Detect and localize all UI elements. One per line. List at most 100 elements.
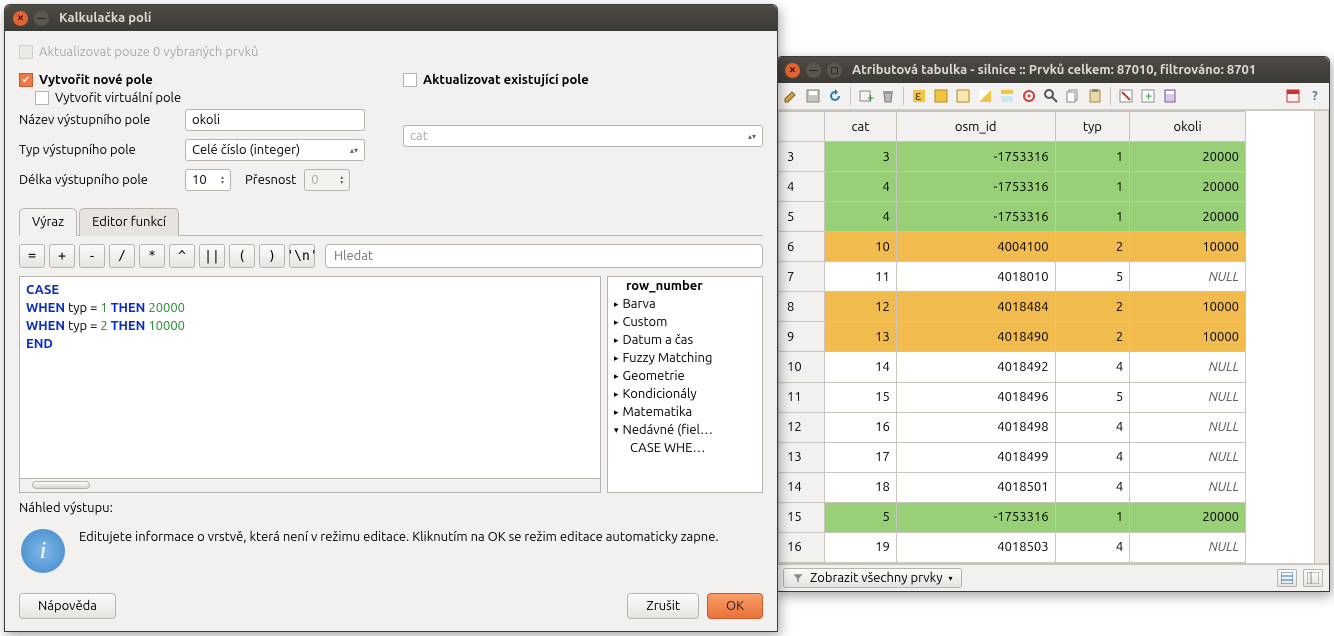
- row-header[interactable]: 11: [779, 382, 825, 412]
- create-virtual-checkbox[interactable]: [35, 91, 49, 105]
- table-cell[interactable]: 10000: [1130, 322, 1246, 352]
- table-row[interactable]: 111540184965NULL: [779, 382, 1246, 412]
- add-col-icon[interactable]: +: [1138, 86, 1158, 106]
- table-cell[interactable]: 1: [1055, 502, 1130, 532]
- operator-button[interactable]: +: [49, 244, 75, 268]
- calc-titlebar[interactable]: ✕ — Kalkulačka polí: [5, 5, 777, 31]
- table-cell[interactable]: 20000: [1130, 202, 1246, 232]
- search-input[interactable]: [325, 244, 763, 268]
- col-header[interactable]: okoli: [1130, 112, 1246, 142]
- table-row[interactable]: 8124018484210000: [779, 292, 1246, 322]
- function-tree-item[interactable]: ▸Geometrie: [608, 367, 762, 385]
- table-cell[interactable]: 11: [825, 262, 897, 292]
- update-existing-checkbox[interactable]: [403, 73, 417, 87]
- row-header[interactable]: 5: [779, 202, 825, 232]
- operator-button[interactable]: (: [229, 244, 255, 268]
- table-cell[interactable]: NULL: [1130, 472, 1246, 502]
- table-cell[interactable]: 4018484: [896, 292, 1055, 322]
- table-cell[interactable]: 20000: [1130, 172, 1246, 202]
- table-cell[interactable]: 17: [825, 442, 897, 472]
- pan-to-icon[interactable]: [1019, 86, 1039, 106]
- function-tree-item[interactable]: ▸Custom: [608, 313, 762, 331]
- function-tree-item[interactable]: ▾Nedávné (fiel…: [608, 421, 762, 439]
- table-cell[interactable]: 12: [825, 292, 897, 322]
- table-cell[interactable]: 4: [1055, 442, 1130, 472]
- operator-button[interactable]: -: [79, 244, 105, 268]
- table-cell[interactable]: 18: [825, 472, 897, 502]
- table-row[interactable]: 54-1753316120000: [779, 202, 1246, 232]
- table-cell[interactable]: 4: [1055, 352, 1130, 382]
- col-header[interactable]: osm_id: [896, 112, 1055, 142]
- table-cell[interactable]: NULL: [1130, 442, 1246, 472]
- output-type-select[interactable]: Celé číslo (integer) ▴▾: [185, 139, 365, 161]
- row-header[interactable]: 12: [779, 412, 825, 442]
- row-header[interactable]: 8: [779, 292, 825, 322]
- table-cell[interactable]: 16: [825, 412, 897, 442]
- table-cell[interactable]: 5: [1055, 382, 1130, 412]
- col-header[interactable]: typ: [1055, 112, 1130, 142]
- table-cell[interactable]: 4018503: [896, 532, 1055, 562]
- calc-icon[interactable]: [1160, 86, 1180, 106]
- col-header[interactable]: cat: [825, 112, 897, 142]
- operator-button[interactable]: *: [139, 244, 165, 268]
- function-tree-item[interactable]: row_number: [608, 277, 762, 295]
- table-cell[interactable]: 4018492: [896, 352, 1055, 382]
- table-cell[interactable]: 20000: [1130, 502, 1246, 532]
- table-cell[interactable]: 14: [825, 352, 897, 382]
- table-cell[interactable]: NULL: [1130, 262, 1246, 292]
- table-cell[interactable]: 10000: [1130, 232, 1246, 262]
- function-tree[interactable]: row_number▸Barva▸Custom▸Datum a čas▸Fuzz…: [607, 276, 763, 493]
- row-header[interactable]: 15: [779, 502, 825, 532]
- edit-icon[interactable]: [781, 86, 801, 106]
- attr-titlebar[interactable]: ✕ — ▢ Atributová tabulka - silnice :: Pr…: [777, 57, 1329, 83]
- table-cell[interactable]: 4018501: [896, 472, 1055, 502]
- table-row[interactable]: 9134018490210000: [779, 322, 1246, 352]
- delete-icon[interactable]: [878, 86, 898, 106]
- table-cell[interactable]: 1: [1055, 142, 1130, 172]
- table-row[interactable]: 71140180105NULL: [779, 262, 1246, 292]
- deselect-icon[interactable]: [953, 86, 973, 106]
- table-cell[interactable]: 5: [825, 502, 897, 532]
- close-icon[interactable]: ✕: [785, 63, 800, 78]
- table-cell[interactable]: 4: [825, 202, 897, 232]
- row-header[interactable]: 7: [779, 262, 825, 292]
- table-row[interactable]: 121640184984NULL: [779, 412, 1246, 442]
- table-cell[interactable]: 4: [1055, 472, 1130, 502]
- table-cell[interactable]: 4018499: [896, 442, 1055, 472]
- table-view-icon[interactable]: [1277, 569, 1297, 587]
- cancel-button[interactable]: Zrušit: [627, 593, 699, 619]
- existing-field-select[interactable]: cat ▴▾: [403, 125, 763, 147]
- paste-icon[interactable]: [1085, 86, 1105, 106]
- table-cell[interactable]: 10: [825, 232, 897, 262]
- table-cell[interactable]: 4: [1055, 532, 1130, 562]
- dock-icon[interactable]: [1283, 86, 1303, 106]
- invert-select-icon[interactable]: [975, 86, 995, 106]
- table-cell[interactable]: 1: [1055, 172, 1130, 202]
- table-cell[interactable]: 20000: [1130, 142, 1246, 172]
- select-eq-icon[interactable]: ε: [909, 86, 929, 106]
- minimize-icon[interactable]: —: [806, 63, 821, 78]
- table-row[interactable]: 141840185014NULL: [779, 472, 1246, 502]
- row-header[interactable]: 13: [779, 442, 825, 472]
- operator-button[interactable]: =: [19, 244, 45, 268]
- row-header[interactable]: 3: [779, 142, 825, 172]
- operator-button[interactable]: ): [259, 244, 285, 268]
- expression-editor[interactable]: CASEWHEN typ = 1 THEN 20000WHEN typ = 2 …: [19, 276, 601, 479]
- add-row-icon[interactable]: +: [856, 86, 876, 106]
- table-cell[interactable]: 1: [1055, 202, 1130, 232]
- table-cell[interactable]: 19: [825, 532, 897, 562]
- table-cell[interactable]: 4: [1055, 412, 1130, 442]
- operator-button[interactable]: '\n': [289, 244, 315, 268]
- ok-button[interactable]: OK: [707, 593, 763, 619]
- table-cell[interactable]: 5: [1055, 262, 1130, 292]
- minimize-icon[interactable]: —: [34, 11, 49, 26]
- move-top-icon[interactable]: [997, 86, 1017, 106]
- table-cell[interactable]: 13: [825, 322, 897, 352]
- row-header[interactable]: 10: [779, 352, 825, 382]
- table-cell[interactable]: -1753316: [896, 202, 1055, 232]
- row-header[interactable]: 4: [779, 172, 825, 202]
- table-cell[interactable]: 2: [1055, 322, 1130, 352]
- reload-icon[interactable]: [825, 86, 845, 106]
- function-tree-item[interactable]: ▸Barva: [608, 295, 762, 313]
- table-cell[interactable]: 4018498: [896, 412, 1055, 442]
